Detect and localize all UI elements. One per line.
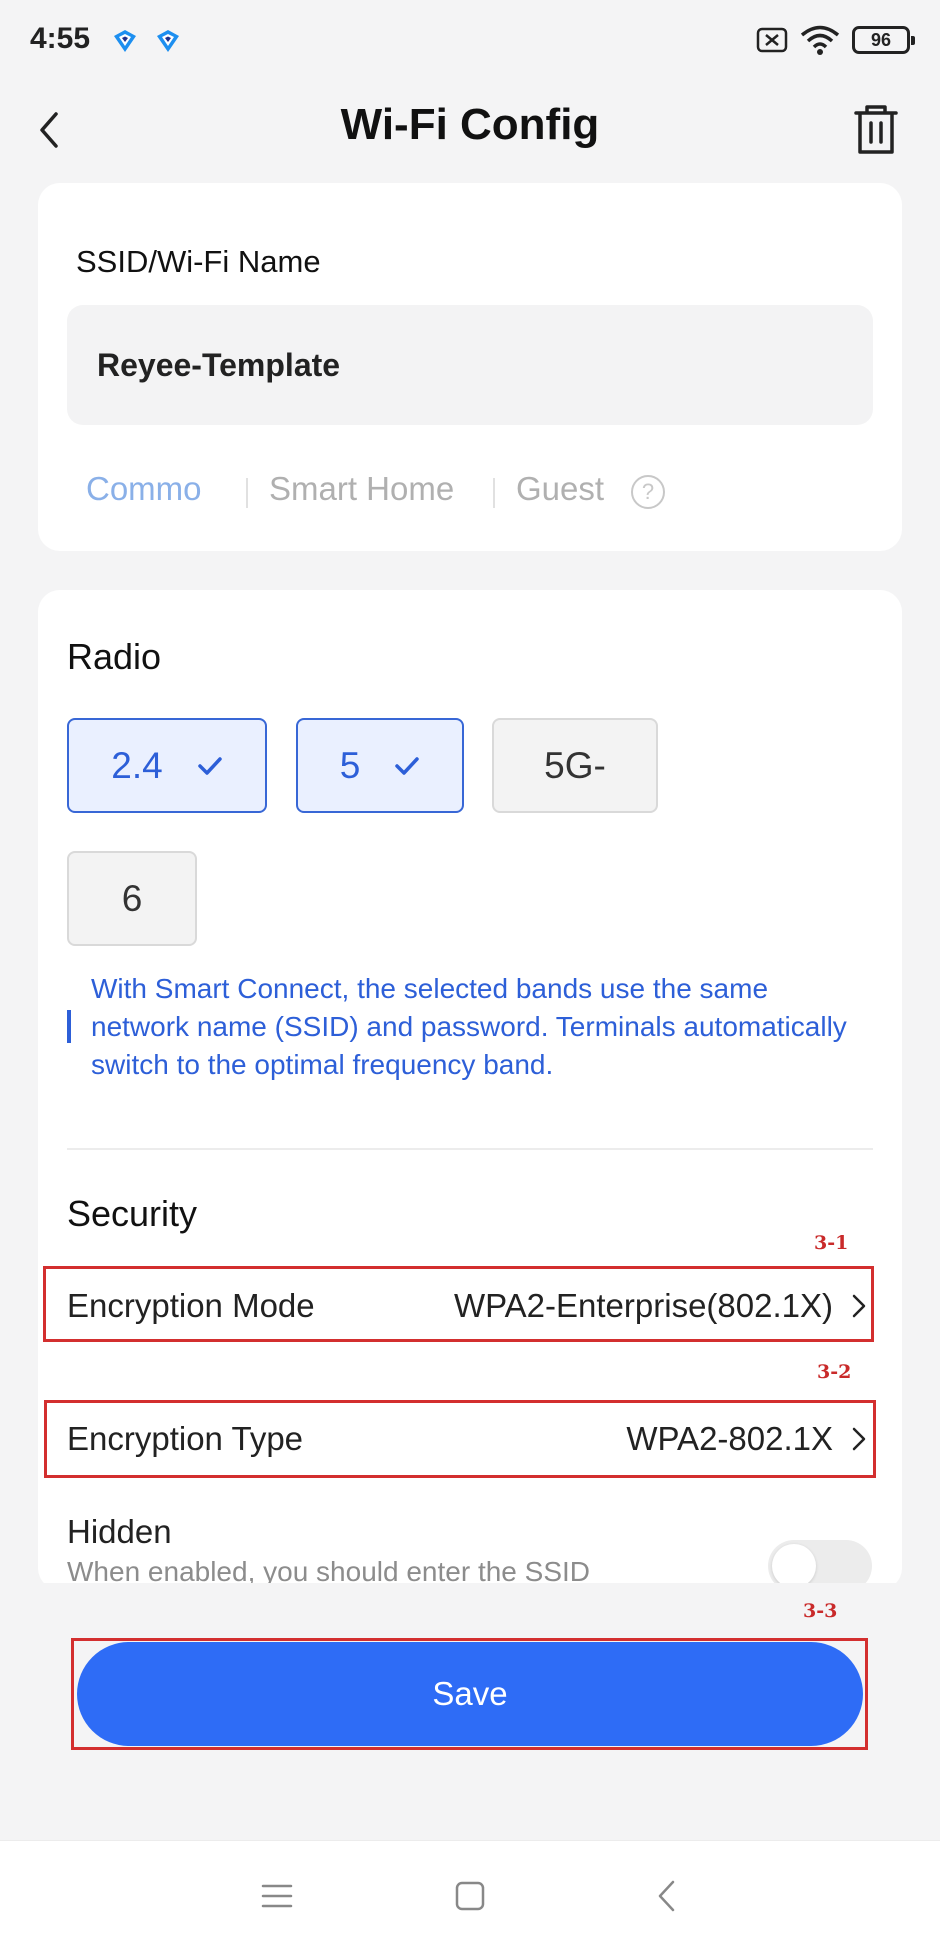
annotation-tag-3-2: 3-2 bbox=[817, 1361, 852, 1383]
encryption-type-value: WPA2-802.1X bbox=[626, 1420, 833, 1457]
band-2-4g-button[interactable]: 2.4 bbox=[67, 718, 267, 813]
tab-guest[interactable]: Guest bbox=[516, 470, 604, 508]
help-icon[interactable]: ? bbox=[631, 475, 665, 509]
sim-off-icon bbox=[756, 27, 788, 53]
check-icon bbox=[197, 756, 222, 775]
band-5g-button[interactable]: 5 bbox=[296, 718, 464, 813]
encryption-mode-value: WPA2-Enterprise(802.1X) bbox=[453, 1287, 833, 1324]
app-notification-icon bbox=[114, 30, 136, 52]
check-icon bbox=[395, 756, 420, 775]
annotation-tag-3-3: 3-3 bbox=[803, 1600, 838, 1622]
band-label: 6 bbox=[121, 877, 143, 919]
chevron-right-icon bbox=[852, 1427, 866, 1451]
app-notification-icon bbox=[157, 30, 179, 52]
tab-common[interactable]: Commo bbox=[86, 470, 202, 508]
encryption-type-label: Encryption Type bbox=[67, 1420, 304, 1457]
wifi-icon bbox=[800, 25, 840, 55]
back-nav-icon[interactable] bbox=[648, 1876, 688, 1916]
chevron-right-icon bbox=[852, 1294, 866, 1318]
ssid-label: SSID/Wi-Fi Name bbox=[76, 244, 321, 279]
band-label: 5G- bbox=[544, 744, 606, 786]
ssid-input[interactable]: Reyee-Template bbox=[67, 305, 873, 425]
toggle-knob bbox=[772, 1544, 816, 1588]
band-label: 5 bbox=[339, 744, 361, 786]
annotation-tag-3-1: 3-1 bbox=[814, 1232, 849, 1254]
smart-connect-hint: With Smart Connect, the selected bands u… bbox=[91, 973, 847, 1080]
trash-icon[interactable] bbox=[852, 104, 900, 156]
band-label: 2.4 bbox=[111, 744, 163, 786]
band-6g-button[interactable]: 6 bbox=[67, 851, 197, 946]
tab-divider bbox=[493, 478, 495, 508]
battery-icon: 96 bbox=[852, 26, 915, 54]
status-time: 4:55 bbox=[30, 22, 91, 55]
encryption-type-row[interactable]: Encryption Type WPA2-802.1X bbox=[67, 1418, 867, 1460]
section-divider bbox=[67, 1148, 873, 1150]
encryption-mode-row[interactable]: Encryption Mode WPA2-Enterprise(802.1X) bbox=[67, 1286, 867, 1326]
tab-divider bbox=[246, 478, 248, 508]
page-title: Wi-Fi Config bbox=[340, 100, 600, 149]
security-section-title: Security bbox=[67, 1193, 198, 1234]
hidden-label: Hidden bbox=[67, 1513, 172, 1550]
home-square-icon[interactable] bbox=[450, 1876, 490, 1916]
radio-section-title: Radio bbox=[67, 636, 162, 677]
band-5g-2-button[interactable]: 5G- bbox=[492, 718, 658, 813]
menu-icon[interactable] bbox=[257, 1876, 297, 1916]
hint-accent-bar bbox=[67, 1010, 71, 1043]
encryption-mode-label: Encryption Mode bbox=[67, 1287, 315, 1324]
hidden-description: When enabled, you should enter the SSID bbox=[67, 1556, 591, 1584]
tab-smart-home[interactable]: Smart Home bbox=[269, 470, 454, 508]
status-icons: 96 bbox=[756, 24, 915, 56]
save-button[interactable]: Save bbox=[77, 1642, 863, 1746]
